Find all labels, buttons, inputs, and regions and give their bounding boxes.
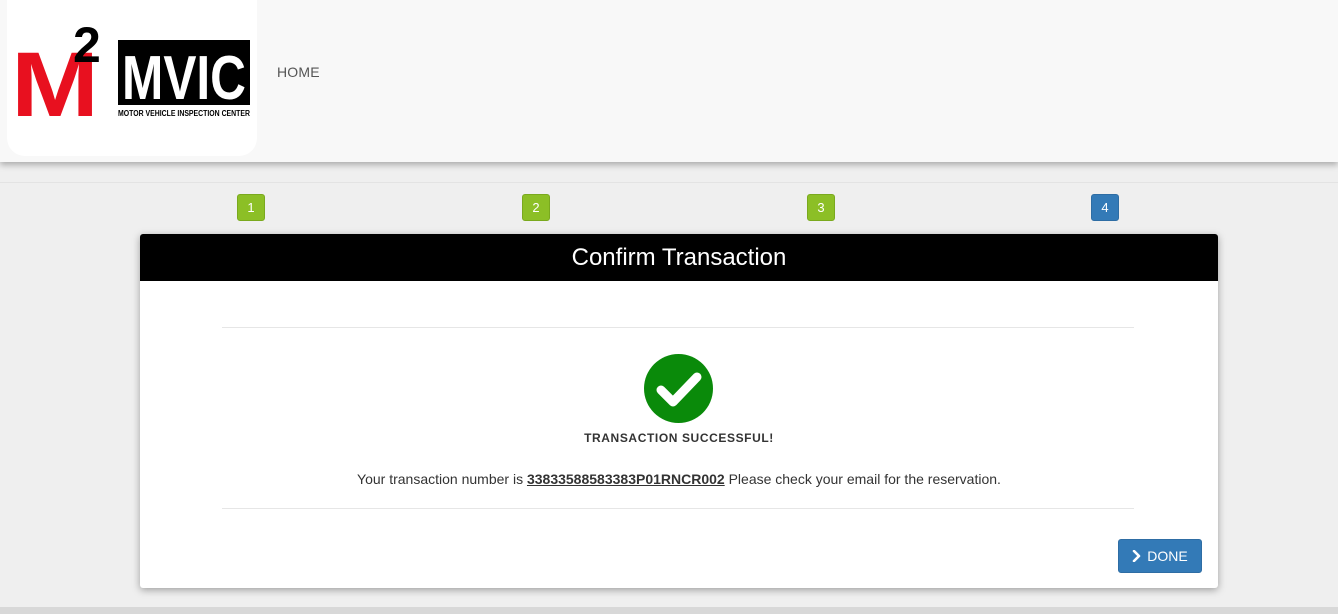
step-1[interactable]: 1 [237, 194, 265, 221]
step-3[interactable]: 3 [807, 194, 835, 221]
chevron-right-icon [1132, 550, 1141, 562]
divider [222, 327, 1134, 328]
divider [0, 182, 1338, 183]
success-title: TRANSACTION SUCCESSFUL! [584, 431, 774, 445]
logo[interactable]: M 2 MVIC MOTOR VEHICLE INSPECTION CENTER [7, 0, 257, 156]
confirm-transaction-panel: Confirm Transaction TRANSACTION SUCCESSF… [140, 234, 1218, 588]
logo-superscript: 2 [73, 17, 101, 73]
divider [222, 508, 1134, 509]
message-suffix: Please check your email for the reservat… [728, 471, 1001, 487]
panel-header: Confirm Transaction [140, 234, 1218, 281]
done-label: DONE [1147, 548, 1188, 564]
message-prefix: Your transaction number is [357, 471, 524, 487]
logo-tagline: MOTOR VEHICLE INSPECTION CENTER [118, 109, 250, 118]
logo-wordmark: MVIC [122, 44, 246, 113]
transaction-message: Your transaction number is 3383358858338… [140, 471, 1218, 487]
step-4[interactable]: 4 [1091, 194, 1119, 221]
transaction-number: 33833588583383P01RNCR002 [526, 471, 725, 487]
step-2[interactable]: 2 [522, 194, 550, 221]
check-circle-icon [644, 354, 713, 423]
top-navbar: M 2 MVIC MOTOR VEHICLE INSPECTION CENTER… [0, 0, 1338, 162]
done-button[interactable]: DONE [1118, 539, 1202, 573]
footer-divider [0, 607, 1338, 614]
panel-title: Confirm Transaction [571, 243, 787, 271]
logo-image: M 2 MVIC MOTOR VEHICLE INSPECTION CENTER [11, 17, 250, 136]
nav-home-link[interactable]: HOME [277, 64, 320, 80]
